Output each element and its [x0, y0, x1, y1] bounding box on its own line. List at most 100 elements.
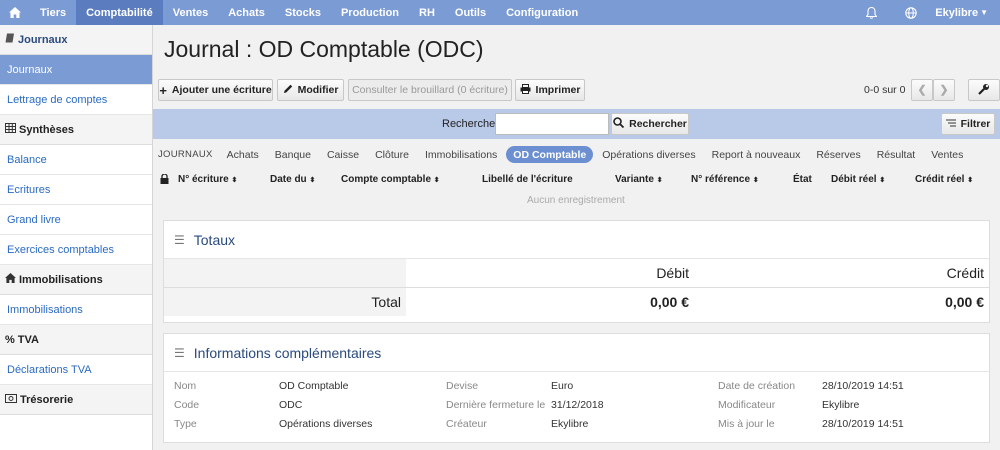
nav-ventes[interactable]: Ventes [163, 0, 218, 25]
column-label: N° référence [691, 174, 751, 185]
column-header[interactable]: Débit réel ⬍ [831, 174, 885, 185]
info-key: Nom [174, 380, 197, 392]
credit-total: 0,00 € [945, 294, 984, 310]
tab-report-a-nouveaux[interactable]: Report à nouveaux [705, 146, 808, 163]
search-button-label: Rechercher [629, 118, 687, 130]
nav-configuration[interactable]: Configuration [496, 0, 588, 25]
lock-icon [160, 173, 169, 187]
info-key: Mis à jour le [718, 418, 775, 430]
top-navbar: Tiers Comptabilité Ventes Achats Stocks … [0, 0, 1000, 25]
info-value: Ekylibre [551, 418, 589, 430]
sidebar-item-lettrage[interactable]: Lettrage de comptes [0, 85, 152, 115]
add-entry-label: Ajouter une écriture [171, 84, 272, 96]
filter-label: Filtrer [960, 118, 991, 130]
pencil-icon [283, 84, 293, 97]
column-header[interactable]: Crédit réel ⬍ [915, 174, 973, 185]
search-button[interactable]: Rechercher [611, 113, 689, 135]
info-value: 31/12/2018 [551, 399, 604, 411]
column-header[interactable]: Date du ⬍ [270, 174, 315, 185]
nav-achats[interactable]: Achats [218, 0, 275, 25]
column-header[interactable]: Variante ⬍ [615, 174, 663, 185]
tab-immobilisations[interactable]: Immobilisations [418, 146, 504, 163]
sidebar-section-label: Immobilisations [19, 273, 103, 286]
user-menu[interactable]: Ekylibre ▼ [931, 0, 1000, 25]
info-key: Devise [446, 380, 479, 392]
prev-page-button[interactable]: ❮ [911, 79, 933, 101]
info-value: OD Comptable [279, 380, 349, 392]
search-icon [613, 117, 625, 131]
info-value: Opérations diverses [279, 418, 373, 430]
draft-button[interactable]: Consulter le brouillard (0 écriture) [348, 79, 512, 101]
sort-icon: ⬍ [656, 177, 663, 184]
settings-button[interactable] [968, 79, 1000, 101]
toolbar: + Ajouter une écriture Modifier Consulte… [158, 79, 1000, 101]
user-name: Ekylibre [935, 6, 979, 19]
column-header[interactable]: N° écriture ⬍ [178, 174, 237, 185]
total-label: Total [371, 294, 401, 310]
search-input[interactable] [495, 113, 609, 135]
tab-caisse[interactable]: Caisse [320, 146, 366, 163]
print-label: Imprimer [535, 84, 581, 96]
info-key: Créateur [446, 418, 487, 430]
tab-od-comptable[interactable]: OD Comptable [506, 146, 594, 163]
pagination-info: 0-0 sur 0 [864, 84, 906, 96]
edit-label: Modifier [297, 84, 339, 96]
nav-rh[interactable]: RH [409, 0, 445, 25]
sidebar-item-grand-livre[interactable]: Grand livre [0, 205, 152, 235]
bell-icon[interactable] [852, 0, 891, 25]
sidebar-item-ecritures[interactable]: Ecritures [0, 175, 152, 205]
tab-achats[interactable]: Achats [220, 146, 266, 163]
tab-resultat[interactable]: Résultat [870, 146, 923, 163]
sidebar-section-label: Synthèses [19, 123, 75, 136]
info-key: Modificateur [718, 399, 776, 411]
column-header: État [793, 174, 812, 185]
sort-icon: ⬍ [879, 177, 886, 184]
column-header[interactable]: N° référence ⬍ [691, 174, 759, 185]
sidebar-item-journaux[interactable]: Journaux [0, 55, 152, 85]
sidebar-section-immobilisations: Immobilisations [0, 265, 152, 295]
sidebar-section-tva: % TVA [0, 325, 152, 355]
info-key: Code [174, 399, 200, 411]
sidebar-section-label: Journaux [18, 33, 68, 46]
column-header[interactable]: Compte comptable ⬍ [341, 174, 440, 185]
info-value: ODC [279, 399, 303, 411]
edit-button[interactable]: Modifier [277, 79, 344, 101]
chevron-right-icon: ❯ [939, 84, 949, 96]
nav-tiers[interactable]: Tiers [30, 0, 76, 25]
home-icon [5, 273, 16, 286]
nav-production[interactable]: Production [331, 0, 409, 25]
tab-banque[interactable]: Banque [268, 146, 318, 163]
home-icon[interactable] [0, 0, 30, 25]
sidebar-section-syntheses: Synthèses [0, 115, 152, 145]
column-label: Débit réel [831, 174, 877, 185]
sidebar-item-exercices[interactable]: Exercices comptables [0, 235, 152, 265]
tab-operations-diverses[interactable]: Opérations diverses [595, 146, 702, 163]
globe-icon[interactable] [891, 0, 931, 25]
tab-reserves[interactable]: Réserves [809, 146, 867, 163]
journal-tabs: JOURNAUX Achats Banque Caisse Clôture Im… [158, 146, 972, 163]
sort-icon: ⬍ [433, 177, 440, 184]
sidebar-item-immobilisations[interactable]: Immobilisations [0, 295, 152, 325]
empty-message: Aucun enregistrement [527, 195, 625, 206]
nav-stocks[interactable]: Stocks [275, 0, 331, 25]
info-value: Euro [551, 380, 574, 392]
sort-icon: ⬍ [752, 177, 759, 184]
next-page-button[interactable]: ❯ [933, 79, 955, 101]
search-bar: Rechercher Rechercher Filtrer [153, 109, 1000, 139]
column-label: Variante [615, 174, 654, 185]
tab-ventes[interactable]: Ventes [924, 146, 970, 163]
wrench-icon [978, 83, 990, 98]
nav-comptabilite[interactable]: Comptabilité [76, 0, 163, 25]
column-label: Libellé de l'écriture [482, 174, 573, 185]
info-header: ☰ Informations complémentaires [164, 334, 989, 372]
debit-header: Débit [656, 265, 689, 281]
nav-outils[interactable]: Outils [445, 0, 496, 25]
sidebar: Journaux Journaux Lettrage de comptes Sy… [0, 25, 153, 450]
filter-button[interactable]: Filtrer [941, 113, 995, 135]
sidebar-item-balance[interactable]: Balance [0, 145, 152, 175]
print-button[interactable]: Imprimer [515, 79, 585, 101]
sidebar-item-declarations-tva[interactable]: Déclarations TVA [0, 355, 152, 385]
add-entry-button[interactable]: + Ajouter une écriture [158, 79, 273, 101]
tab-cloture[interactable]: Clôture [368, 146, 416, 163]
sidebar-section-label: TVA [17, 333, 39, 346]
